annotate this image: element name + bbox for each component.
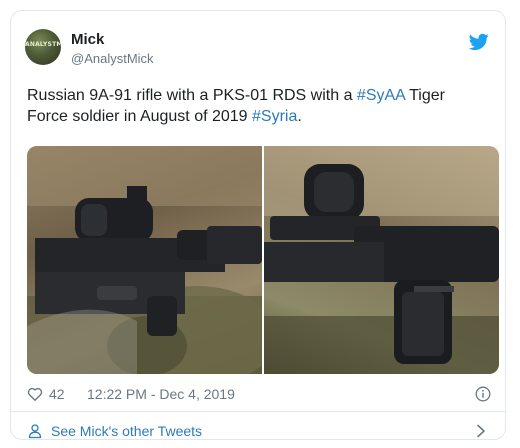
hashtag-syria[interactable]: #Syria: [252, 108, 297, 125]
twitter-bird-icon[interactable]: [469, 33, 489, 51]
rifle-photo-illustration: [264, 146, 499, 374]
avatar[interactable]: ANALYSTMICK: [25, 29, 61, 65]
person-icon: [28, 424, 42, 439]
footer-link-row[interactable]: See Mick's other Tweets: [27, 421, 489, 441]
photo-rifle-right[interactable]: [264, 146, 499, 374]
heart-icon[interactable]: [27, 386, 43, 402]
tweet-text-part: .: [297, 108, 302, 125]
hashtag-syaa[interactable]: #SyAA: [357, 87, 405, 104]
see-other-tweets-link[interactable]: See Mick's other Tweets: [51, 423, 202, 439]
user-name[interactable]: Mick: [71, 31, 104, 48]
tweet-text-part: Russian 9A-91 rifle with a PKS-01 RDS wi…: [27, 87, 357, 104]
divider: [11, 411, 505, 412]
photo-rifle-left[interactable]: [27, 146, 262, 374]
tweet-timestamp[interactable]: 12:22 PM - Dec 4, 2019: [87, 386, 235, 402]
chevron-right-icon[interactable]: [475, 424, 487, 438]
rifle-photo-illustration: [27, 146, 262, 374]
avatar-logo-text: ANALYSTMICK: [25, 41, 61, 48]
user-handle[interactable]: @AnalystMick: [71, 51, 154, 66]
tweet-card[interactable]: ANALYSTMICK Mick @AnalystMick Russian 9A…: [10, 10, 506, 440]
like-count[interactable]: 42: [49, 386, 65, 402]
tweet-meta: 42 12:22 PM - Dec 4, 2019: [27, 384, 491, 404]
media-gallery: [27, 146, 499, 374]
tweet-header: ANALYSTMICK Mick @AnalystMick: [25, 29, 491, 77]
info-icon[interactable]: [475, 386, 491, 402]
tweet-text: Russian 9A-91 rifle with a PKS-01 RDS wi…: [27, 85, 487, 127]
